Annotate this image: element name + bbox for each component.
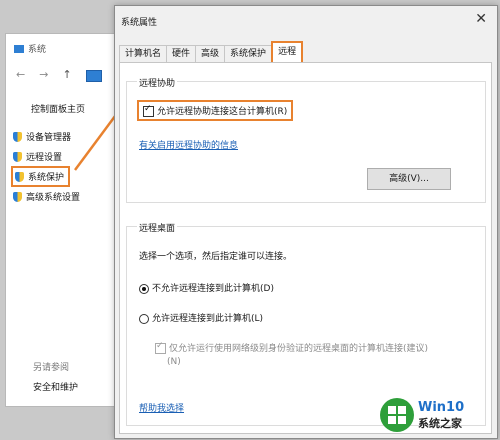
tab-remote[interactable]: 远程 [271,41,304,62]
radio-disallow-remote[interactable]: 不允许远程连接到此计算机(D) [139,281,274,294]
radio-allow-remote[interactable]: 允许远程连接到此计算机(L) [139,311,263,324]
watermark: Win10 系统之家 [380,394,498,436]
system-properties-dialog: 系统属性 ✕ 计算机名 硬件 高级 系统保护 远程 远程协助 允许远程协助连接这… [114,5,498,439]
allow-remote-assistance-label: 允许远程协助连接这台计算机(R) [157,107,288,117]
close-icon[interactable]: ✕ [475,11,487,27]
advanced-button[interactable]: 高级(V)... [367,168,451,190]
remote-desktop-label: 远程桌面 [137,221,178,234]
nla-checkbox: 仅允许运行使用网络级别身份验证的远程桌面的计算机连接(建议) (N) [155,341,475,367]
watermark-brand: Win10 [418,399,465,415]
windows-logo-icon [380,398,414,432]
nla-checkbox-label: 仅允许运行使用网络级别身份验证的远程桌面的计算机连接(建议) [169,344,429,354]
remote-desktop-instruction: 选择一个选项，然后指定谁可以连接。 [139,252,293,262]
checkbox-checked-icon [143,104,154,117]
radio-disallow-label: 不允许远程连接到此计算机(D) [152,284,274,294]
help-me-choose-link[interactable]: 帮助我选择 [139,401,184,414]
tab-hardware[interactable]: 硬件 [166,45,197,62]
tab-advanced[interactable]: 高级 [195,45,226,62]
nla-checkbox-shortcut: (N) [167,357,181,367]
allow-remote-assistance-checkbox[interactable]: 允许远程协助连接这台计算机(R) [137,100,294,121]
remote-assistance-info-link[interactable]: 有关启用远程协助的信息 [139,138,238,151]
tab-system-protection[interactable]: 系统保护 [224,45,273,62]
tab-bar: 计算机名 硬件 高级 系统保护 远程 [119,41,304,62]
radio-selected-icon [139,283,149,294]
dialog-title: 系统属性 [121,18,158,28]
watermark-sub: 系统之家 [418,416,462,430]
remote-assistance-label: 远程协助 [137,76,178,89]
tab-computer-name[interactable]: 计算机名 [119,45,168,62]
remote-tab-pane: 远程协助 允许远程协助连接这台计算机(R) 有关启用远程协助的信息 高级(V).… [119,62,492,434]
radio-unselected-icon [139,313,149,324]
radio-allow-label: 允许远程连接到此计算机(L) [152,314,264,324]
remote-assistance-group: 远程协助 允许远程协助连接这台计算机(R) 有关启用远程协助的信息 高级(V).… [126,76,486,203]
checkbox-disabled-icon [155,341,166,354]
